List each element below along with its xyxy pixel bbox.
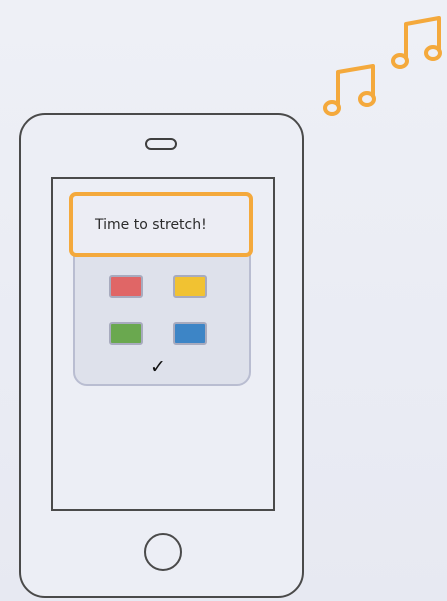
- phone-speaker: [145, 138, 177, 150]
- music-notes-icon: [323, 16, 442, 116]
- notification-text: Time to stretch!: [95, 216, 207, 233]
- swatch-blue[interactable]: [173, 322, 207, 345]
- swatch-yellow[interactable]: [173, 275, 207, 298]
- notification-banner[interactable]: Time to stretch!: [69, 192, 253, 257]
- swatch-green[interactable]: [109, 322, 143, 345]
- check-icon[interactable]: ✓: [148, 356, 168, 378]
- swatch-red[interactable]: [109, 275, 143, 298]
- home-button[interactable]: [144, 533, 182, 571]
